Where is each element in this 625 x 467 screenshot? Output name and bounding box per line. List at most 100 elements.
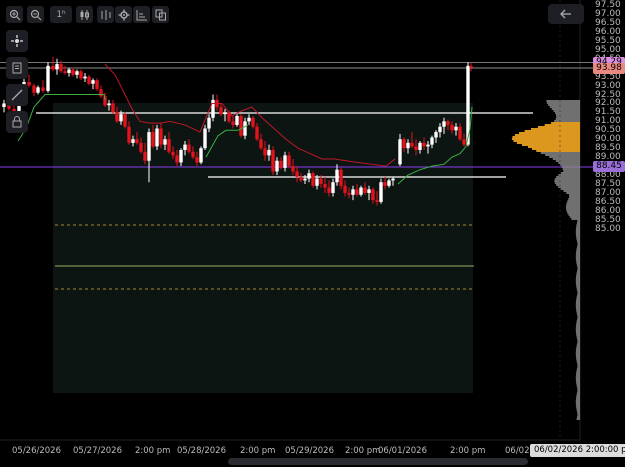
volume-profile-bar bbox=[576, 320, 580, 322]
volume-profile-bar bbox=[575, 330, 580, 332]
zoom-out-icon[interactable] bbox=[27, 6, 44, 23]
volume-profile-bar bbox=[576, 406, 580, 408]
volume-profile-bar bbox=[563, 190, 580, 192]
candle-down bbox=[171, 151, 175, 156]
candle-up bbox=[303, 178, 307, 181]
zoom-in-icon[interactable] bbox=[6, 6, 23, 23]
volume-profile-bar bbox=[575, 328, 580, 330]
volume-profile-bar bbox=[577, 390, 580, 392]
candle-down bbox=[410, 142, 414, 147]
volume-profile-bar bbox=[576, 308, 580, 310]
volume-profile-bar bbox=[577, 414, 580, 416]
candle-down bbox=[295, 171, 299, 177]
volume-profile-bar bbox=[576, 334, 580, 336]
candle-up bbox=[283, 155, 287, 168]
volume-profile-bar bbox=[575, 234, 580, 236]
candle-down bbox=[41, 87, 45, 91]
volume-profile-bar bbox=[567, 200, 580, 202]
volume-profile-bar bbox=[563, 170, 580, 172]
volume-profile-bar bbox=[545, 154, 580, 156]
volume-profile-bar bbox=[562, 168, 580, 170]
crosshair-icon[interactable] bbox=[6, 30, 28, 52]
candle-down bbox=[99, 89, 103, 97]
volume-profile-bar bbox=[555, 112, 580, 114]
volume-profile-bar bbox=[577, 316, 580, 318]
indicators-icon[interactable] bbox=[133, 6, 150, 23]
candle-down bbox=[271, 149, 275, 172]
volume-profile-bar bbox=[576, 360, 580, 362]
candle-down bbox=[219, 107, 223, 115]
time-tick: 2:00 pm bbox=[345, 446, 381, 456]
volume-profile-bar bbox=[558, 162, 580, 164]
time-scrollbar[interactable] bbox=[228, 458, 528, 465]
lock-icon[interactable] bbox=[6, 111, 28, 133]
candle-up bbox=[223, 112, 227, 115]
volume-profile-bar bbox=[549, 106, 580, 108]
candle-up bbox=[183, 144, 187, 150]
time-tick: 05/28/2026 bbox=[177, 446, 226, 456]
bar-chart-icon[interactable] bbox=[97, 6, 114, 23]
candle-up bbox=[235, 115, 239, 125]
candle-up bbox=[199, 148, 203, 163]
candle-up bbox=[315, 178, 319, 186]
candle-down bbox=[259, 139, 263, 149]
volume-profile-bar bbox=[549, 156, 580, 158]
candle-up bbox=[335, 169, 339, 183]
volume-profile-bar bbox=[577, 388, 580, 390]
volume-profile-bar bbox=[566, 210, 580, 212]
volume-profile-bar bbox=[537, 126, 580, 128]
volume-profile-bar bbox=[576, 224, 580, 226]
volume-profile-bar bbox=[568, 214, 580, 216]
volume-profile-bar bbox=[548, 104, 580, 106]
candle-up bbox=[107, 103, 111, 106]
volume-profile-bar bbox=[576, 394, 580, 396]
volume-profile-bar bbox=[516, 142, 580, 144]
back-arrow-icon[interactable] bbox=[548, 4, 584, 24]
candle-down bbox=[450, 124, 454, 131]
candle-up bbox=[46, 65, 50, 91]
volume-profile-bar bbox=[576, 250, 580, 252]
candles-icon[interactable] bbox=[76, 6, 93, 23]
volume-profile-bar bbox=[555, 160, 580, 162]
volume-profile-bar bbox=[576, 332, 580, 334]
candle-up bbox=[247, 117, 251, 122]
candle-down bbox=[375, 200, 379, 202]
candle-down bbox=[355, 189, 359, 195]
volume-profile-bar bbox=[519, 132, 580, 134]
candle-up bbox=[211, 99, 215, 118]
volume-profile-bar bbox=[553, 110, 580, 112]
volume-profile-bar bbox=[575, 232, 580, 234]
candle-down bbox=[159, 128, 163, 145]
volume-profile-bar bbox=[569, 216, 580, 218]
volume-profile-bar bbox=[576, 260, 580, 262]
volume-profile-bar bbox=[577, 268, 580, 270]
candle-down bbox=[87, 76, 91, 84]
candle-down bbox=[327, 187, 331, 193]
candle-up bbox=[207, 117, 211, 129]
volume-profile-bar bbox=[577, 290, 580, 292]
candle-up bbox=[55, 64, 59, 70]
volume-profile-bar bbox=[512, 136, 580, 138]
candle-down bbox=[187, 144, 191, 152]
volume-profile-bar bbox=[576, 286, 580, 288]
candle-up bbox=[155, 128, 159, 147]
settings-icon[interactable] bbox=[115, 6, 132, 23]
volume-profile-bar bbox=[521, 144, 580, 146]
copy-icon[interactable] bbox=[152, 6, 169, 23]
candle-down bbox=[299, 176, 303, 181]
candle-up bbox=[454, 126, 458, 131]
chart-canvas[interactable] bbox=[0, 0, 625, 467]
candle-up bbox=[418, 142, 422, 150]
volume-profile-bar bbox=[576, 370, 580, 372]
candle-down bbox=[127, 126, 131, 143]
interval-button[interactable]: 1ʰ bbox=[50, 6, 72, 23]
candle-down bbox=[191, 151, 195, 158]
candle-down bbox=[63, 71, 67, 74]
volume-profile-bar bbox=[575, 404, 580, 406]
note-icon[interactable] bbox=[6, 57, 28, 79]
volume-profile-bar bbox=[554, 182, 580, 184]
trend-line-icon[interactable] bbox=[6, 84, 28, 106]
volume-profile-bar bbox=[577, 242, 580, 244]
candle-down bbox=[446, 121, 450, 125]
crosshair-date-tag: 06/02/2026 2:00:00 pm bbox=[530, 444, 625, 457]
